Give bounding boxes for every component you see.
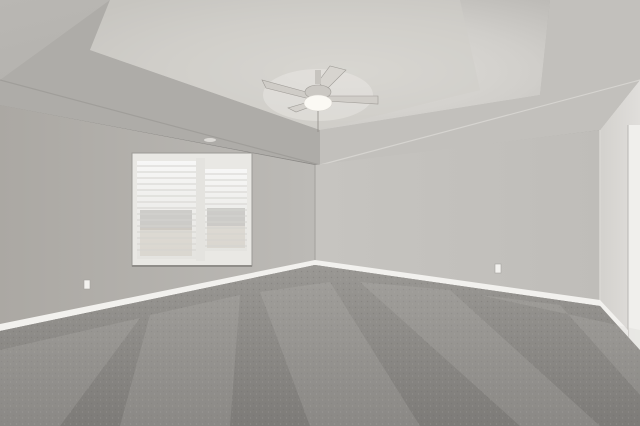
- ceiling-vent: [204, 138, 216, 142]
- fan-light: [303, 94, 333, 112]
- room-photo: [0, 0, 640, 426]
- window: [131, 152, 253, 267]
- outlet-left: [83, 279, 91, 290]
- outlet-back: [494, 263, 502, 274]
- door-frame: [628, 125, 640, 350]
